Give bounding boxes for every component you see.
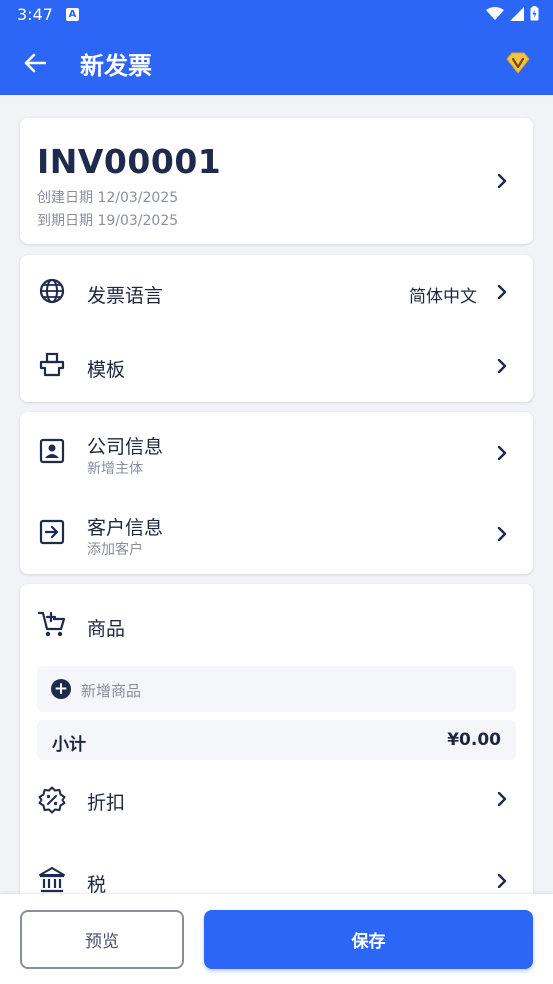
- invoice-number: INV00001: [37, 142, 222, 181]
- battery-icon: [530, 6, 539, 21]
- discount-row[interactable]: 折扣: [20, 768, 533, 830]
- preview-button[interactable]: 预览: [20, 910, 184, 969]
- due-date: 到期日期 19/03/2025: [37, 213, 179, 229]
- chevron-right-icon: [497, 527, 507, 541]
- status-bar: 3:47 A: [0, 0, 553, 30]
- company-row[interactable]: 公司信息 新增主体: [20, 412, 533, 493]
- template-label: 模板: [87, 359, 126, 381]
- save-button[interactable]: 保存: [204, 910, 533, 969]
- bottom-action-bar: 预览 保存: [0, 894, 553, 984]
- arrow-left-icon: [24, 53, 46, 73]
- signal-icon: [510, 6, 524, 21]
- language-row[interactable]: 发票语言 简体中文: [20, 255, 533, 329]
- client-label: 客户信息: [87, 517, 164, 539]
- parties-card: 公司信息 新增主体 客户信息 添加客户: [20, 412, 533, 574]
- subtotal-label: 小计: [52, 735, 86, 755]
- back-button[interactable]: [20, 48, 50, 78]
- chevron-right-icon: [497, 792, 507, 806]
- cart-add-icon: [38, 610, 66, 638]
- settings-card: 发票语言 简体中文 模板: [20, 255, 533, 402]
- add-item-button[interactable]: + 新增商品: [37, 666, 516, 712]
- wifi-icon: [486, 6, 504, 20]
- vip-button[interactable]: [505, 50, 531, 76]
- language-value: 简体中文: [409, 287, 477, 307]
- client-sub: 添加客户: [87, 542, 143, 558]
- template-icon: [38, 351, 66, 379]
- company-sub: 新增主体: [87, 461, 143, 477]
- created-date: 创建日期 12/03/2025: [37, 190, 179, 206]
- add-item-label: 新增商品: [81, 682, 142, 700]
- items-section-label: 商品: [87, 618, 126, 640]
- status-time: 3:47: [17, 5, 53, 24]
- chevron-right-icon: [497, 446, 507, 460]
- items-card: 商品 + 新增商品 小计 ¥0.00 折扣 税: [20, 584, 533, 914]
- subtotal-value: ¥0.00: [447, 730, 501, 750]
- bank-icon: [38, 866, 66, 894]
- status-icons: [486, 6, 539, 21]
- app-bar: 3:47 A 新发票: [0, 0, 553, 95]
- diamond-v-icon: [506, 52, 530, 74]
- chevron-right-icon: [497, 285, 507, 299]
- login-box-icon: [38, 518, 66, 546]
- chevron-right-icon: [497, 174, 507, 188]
- discount-badge-icon: [38, 786, 66, 814]
- page-title: 新发票: [80, 52, 152, 80]
- notification-icon: A: [66, 8, 79, 21]
- template-row[interactable]: 模板: [20, 329, 533, 402]
- chevron-right-icon: [497, 359, 507, 373]
- subtotal-row: 小计 ¥0.00: [37, 720, 516, 760]
- chevron-right-icon: [497, 874, 507, 888]
- client-row[interactable]: 客户信息 添加客户: [20, 493, 533, 574]
- tax-label: 税: [87, 874, 107, 896]
- language-label: 发票语言: [87, 285, 164, 307]
- plus-circle-icon: +: [51, 679, 71, 699]
- invoice-header-card[interactable]: INV00001 创建日期 12/03/2025 到期日期 19/03/2025: [20, 118, 533, 244]
- globe-icon: [38, 277, 66, 305]
- contact-card-icon: [38, 437, 66, 465]
- company-label: 公司信息: [87, 436, 164, 458]
- discount-label: 折扣: [87, 792, 126, 814]
